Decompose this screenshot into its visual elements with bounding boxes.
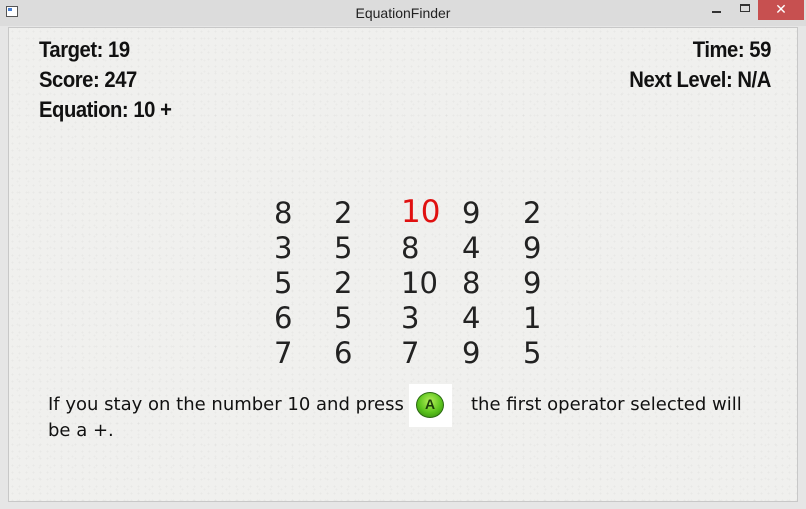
grid-cell[interactable]: 9	[462, 336, 522, 371]
grid-cell[interactable]: 10	[401, 266, 461, 301]
maximize-icon	[740, 4, 750, 12]
grid-cell[interactable]: 3	[401, 301, 461, 336]
grid-cell[interactable]: 5	[523, 336, 583, 371]
a-button-image: A	[409, 384, 452, 427]
grid-cell[interactable]: 3	[274, 231, 334, 266]
grid-cell[interactable]: 1	[523, 301, 583, 336]
grid-cell[interactable]: 8	[274, 196, 334, 231]
grid-cell[interactable]: 9	[523, 231, 583, 266]
close-icon: ✕	[775, 1, 787, 17]
grid-cell[interactable]: 7	[274, 336, 334, 371]
grid-cell[interactable]: 4	[462, 301, 522, 336]
grid-cell[interactable]: 2	[334, 266, 394, 301]
grid-cell[interactable]: 4	[462, 231, 522, 266]
grid-cell[interactable]: 5	[334, 301, 394, 336]
equation-label: Equation: 10 +	[39, 97, 172, 122]
game-area: Target: 19 Score: 247 Equation: 10 + Tim…	[8, 27, 798, 502]
close-button[interactable]: ✕	[758, 0, 804, 20]
grid-cell[interactable]: 6	[334, 336, 394, 371]
minimize-button[interactable]	[702, 0, 730, 20]
grid-cell[interactable]: 2	[523, 196, 583, 231]
grid-cell-selected[interactable]: 10	[401, 194, 461, 230]
target-label: Target: 19	[39, 37, 130, 62]
window-title: EquationFinder	[355, 5, 451, 21]
grid-cell[interactable]: 7	[401, 336, 461, 371]
title-bar[interactable]: EquationFinder ✕	[0, 0, 806, 26]
a-button-icon: A	[416, 392, 444, 418]
hint-part-3: be a +.	[48, 420, 114, 441]
grid-cell[interactable]: 8	[462, 266, 522, 301]
hint-part-2: the first operator selected will	[471, 394, 742, 415]
next-level-label: Next Level: N/A	[629, 67, 771, 92]
score-label: Score: 247	[39, 67, 137, 92]
hint-part-1: If you stay on the number 10 and press	[48, 394, 404, 415]
grid-cell[interactable]: 9	[523, 266, 583, 301]
grid-cell[interactable]: 5	[274, 266, 334, 301]
app-window: EquationFinder ✕ Target: 19 Score: 247 E…	[0, 0, 806, 509]
minimize-icon	[712, 11, 721, 13]
grid-cell[interactable]: 6	[274, 301, 334, 336]
time-label: Time: 59	[692, 37, 772, 62]
grid-cell[interactable]: 9	[462, 196, 522, 231]
grid-cell[interactable]: 5	[334, 231, 394, 266]
grid-cell[interactable]: 8	[401, 231, 461, 266]
grid-cell[interactable]: 2	[334, 196, 394, 231]
maximize-button[interactable]	[731, 0, 759, 20]
